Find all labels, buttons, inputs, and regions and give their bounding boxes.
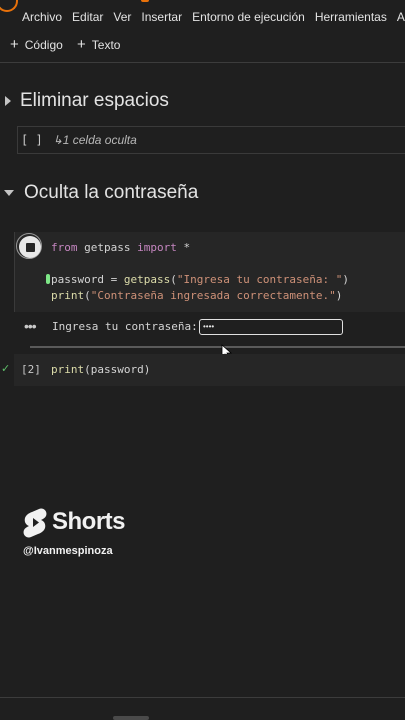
cell-bracket: [ ] xyxy=(21,133,43,147)
add-text-button[interactable]: + Texto xyxy=(77,36,121,53)
hidden-cells-bar[interactable]: [ ] ↳1 celda oculta xyxy=(17,126,405,154)
execution-count: [2] xyxy=(21,363,41,376)
colab-logo xyxy=(0,0,18,12)
hidden-cells-label: ↳1 celda oculta xyxy=(52,133,137,147)
menu-ayuda[interactable]: A xyxy=(397,10,405,24)
shorts-logo-icon xyxy=(23,508,47,538)
main-menu: Archivo Editar Ver Insertar Entorno de e… xyxy=(22,10,405,24)
shorts-brand: Shorts xyxy=(52,508,126,535)
menu-bar: Archivo Editar Ver Insertar Entorno de e… xyxy=(0,0,405,34)
scroll-handle[interactable] xyxy=(113,716,149,720)
section-title: Eliminar espacios xyxy=(20,90,169,111)
expand-arrow-icon[interactable] xyxy=(5,96,11,106)
add-code-button[interactable]: + Código xyxy=(10,36,63,53)
bottom-divider xyxy=(0,697,405,698)
plus-icon: + xyxy=(77,36,86,53)
menu-insertar[interactable]: Insertar xyxy=(141,10,182,24)
code-editor[interactable]: print(password) xyxy=(51,363,150,376)
check-icon: ✓ xyxy=(1,363,11,375)
add-text-label: Texto xyxy=(91,38,121,52)
collapse-arrow-icon[interactable] xyxy=(4,190,14,196)
add-code-label: Código xyxy=(24,38,63,52)
input-prompt-label: Ingresa tu contraseña: xyxy=(52,320,198,333)
logo-fragment xyxy=(141,0,149,2)
code-editor[interactable]: from getpass import * password = getpass… xyxy=(51,240,349,304)
line-marker xyxy=(46,274,50,284)
menu-herramientas[interactable]: Herramientas xyxy=(315,10,387,24)
password-input[interactable]: •••• xyxy=(199,319,343,335)
menu-editar[interactable]: Editar xyxy=(72,10,103,24)
toolbar-divider xyxy=(0,62,405,63)
channel-handle: @Ivanmespinoza xyxy=(23,545,113,557)
section-title: Oculta la contraseña xyxy=(24,182,199,203)
menu-archivo[interactable]: Archivo xyxy=(22,10,62,24)
menu-ver[interactable]: Ver xyxy=(113,10,131,24)
stop-button[interactable] xyxy=(19,236,41,258)
more-options-icon[interactable]: ••• xyxy=(24,318,37,334)
menu-entorno[interactable]: Entorno de ejecución xyxy=(192,10,305,24)
section-eliminar-espacios[interactable]: Eliminar espacios xyxy=(0,90,169,112)
output-separator xyxy=(30,346,405,348)
section-oculta-contrasena[interactable]: Oculta la contraseña xyxy=(0,182,198,204)
stop-icon xyxy=(25,242,35,252)
plus-icon: + xyxy=(10,36,19,53)
notebook-toolbar: + Código + Texto xyxy=(0,34,405,58)
